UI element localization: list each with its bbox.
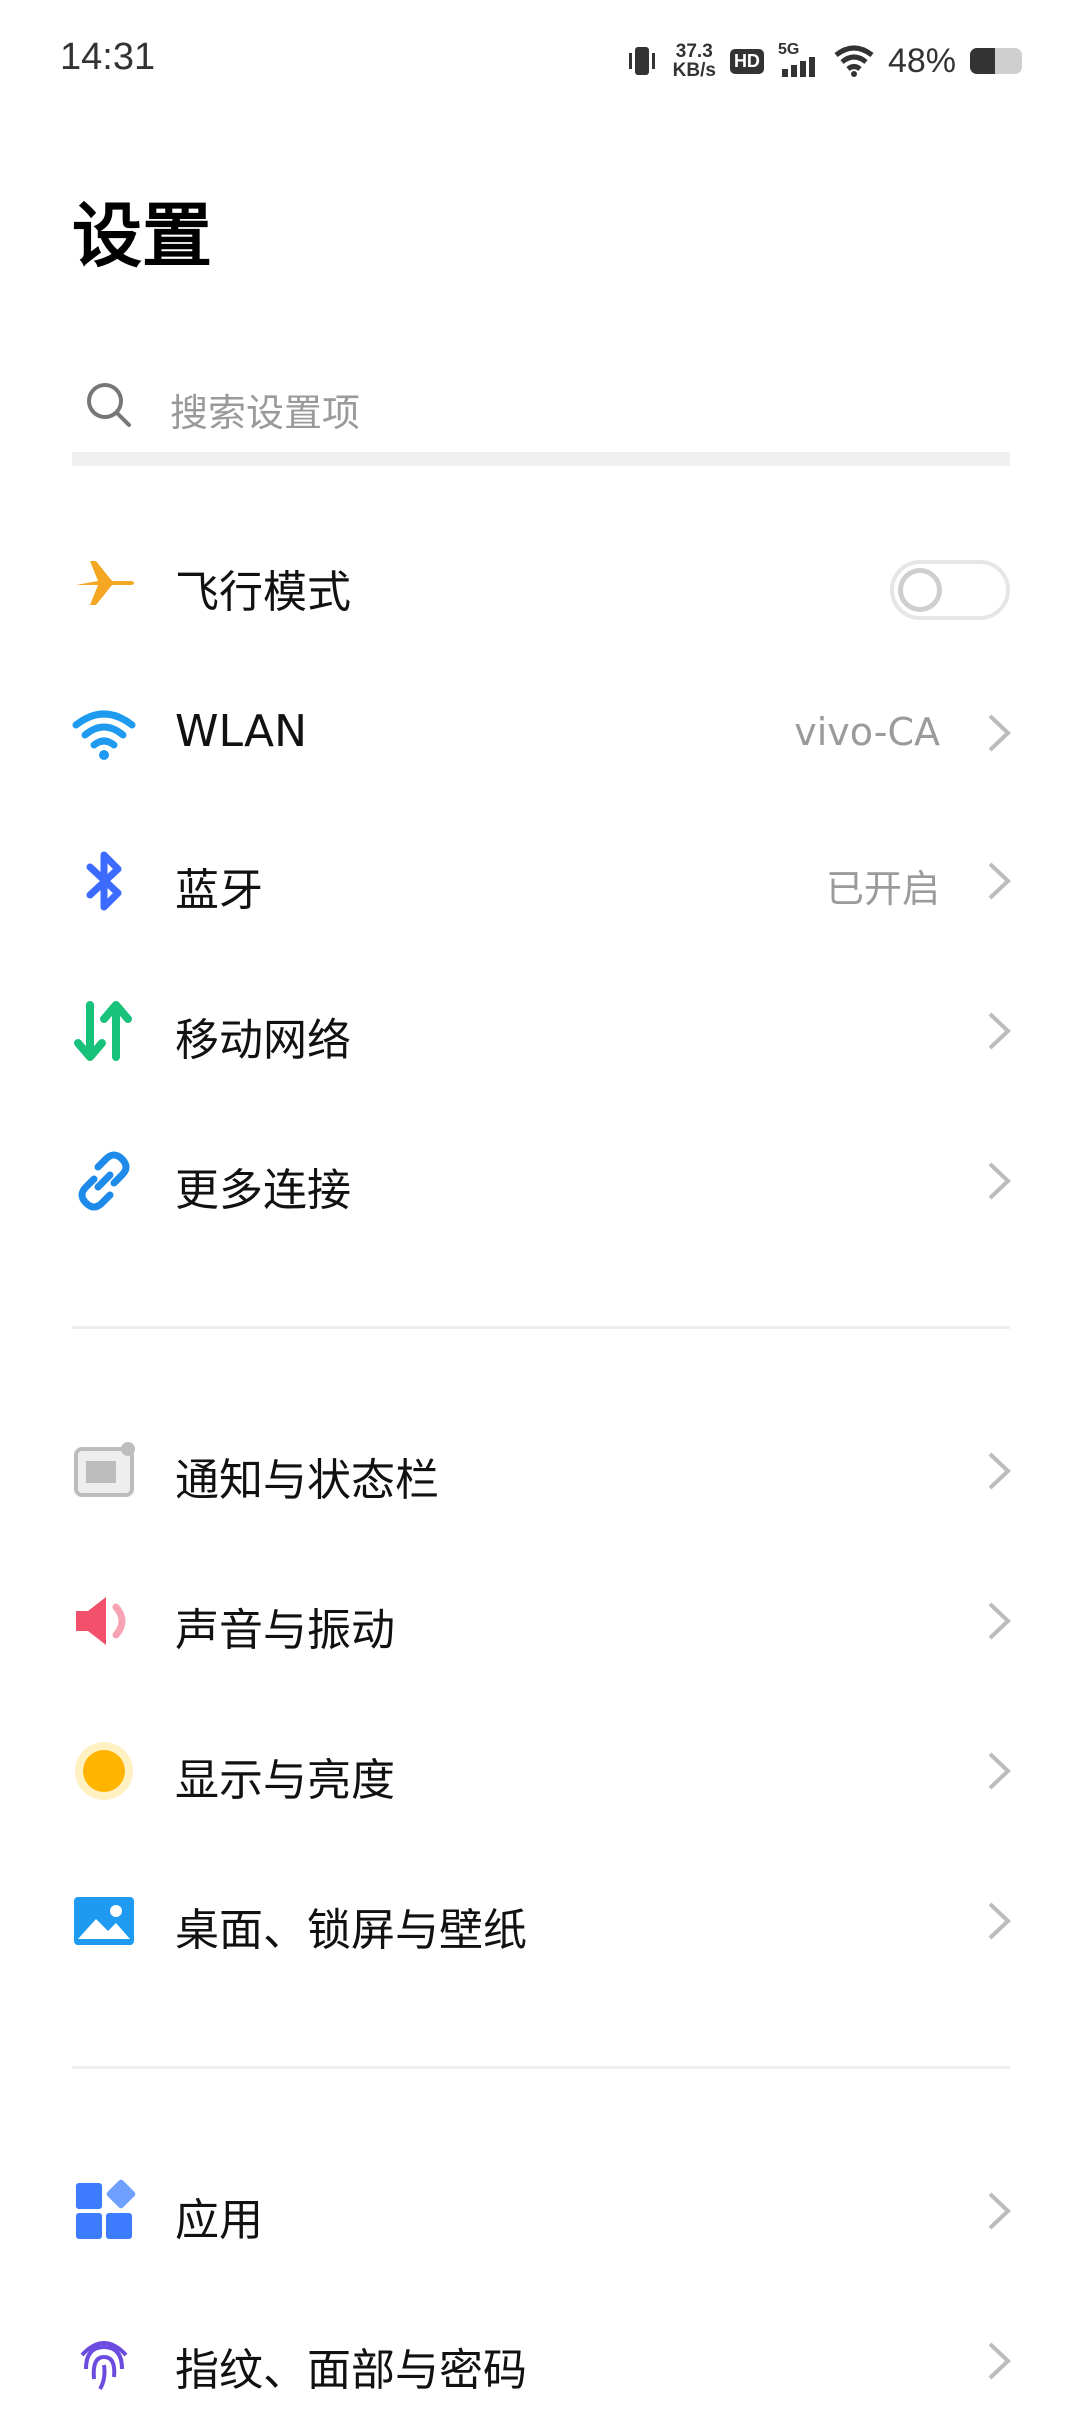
fingerprint-face-password-label: 指纹、面部与密码 xyxy=(175,2345,527,2396)
link-icon xyxy=(78,1151,130,1211)
airplane-mode-label: 飞行模式 xyxy=(175,567,351,618)
notification-statusbar-row[interactable]: 通知与状态栏 xyxy=(0,1396,1080,1546)
net-speed: 37.3 KB/s xyxy=(672,41,716,81)
display-brightness-label: 显示与亮度 xyxy=(175,1755,395,1806)
chevron-right-icon xyxy=(988,1902,1011,1940)
chevron-right-icon xyxy=(988,1162,1011,1200)
status-bar: 14:31 37.3 KB/s HD 5G 48% xyxy=(0,0,1080,120)
search-underline xyxy=(72,452,1010,466)
chevron-right-icon xyxy=(988,1012,1011,1050)
chevron-right-icon xyxy=(988,2342,1011,2380)
status-time: 14:31 xyxy=(60,36,156,78)
section-divider xyxy=(72,2066,1010,2069)
wallpaper-icon xyxy=(74,1897,134,1945)
chevron-right-icon xyxy=(988,714,1011,752)
section-divider xyxy=(72,1326,1010,1329)
sound-icon xyxy=(76,1597,126,1645)
bluetooth-row[interactable]: 蓝牙 已开启 xyxy=(0,806,1080,956)
battery-percentage: 48% xyxy=(887,41,956,80)
bluetooth-value: 已开启 xyxy=(825,867,940,911)
search-icon xyxy=(87,383,131,427)
status-icons: 37.3 KB/s HD 5G 48% xyxy=(625,38,1022,84)
chevron-right-icon xyxy=(988,2192,1011,2230)
wlan-row[interactable]: WLAN vivo-CA xyxy=(0,658,1080,808)
mobile-network-label: 移动网络 xyxy=(175,1015,351,1066)
airplane-mode-row[interactable]: 飞行模式 xyxy=(0,508,1080,658)
search-input[interactable]: 搜索设置项 xyxy=(170,382,360,437)
notification-icon xyxy=(74,1442,135,1497)
mobile-network-icon xyxy=(74,1001,132,1061)
battery-icon xyxy=(970,48,1022,74)
cellular-signal-icon xyxy=(781,57,815,77)
desktop-lockscreen-wallpaper-label: 桌面、锁屏与壁纸 xyxy=(175,1905,527,1956)
fingerprint-face-password-row[interactable]: 指纹、面部与密码 xyxy=(0,2286,1080,2436)
airplane-mode-toggle[interactable] xyxy=(890,560,1010,620)
wlan-label: WLAN xyxy=(175,706,308,757)
display-brightness-row[interactable]: 显示与亮度 xyxy=(0,1696,1080,1846)
apps-label: 应用 xyxy=(175,2195,263,2246)
apps-row[interactable]: 应用 xyxy=(0,2136,1080,2286)
fingerprint-icon xyxy=(80,2341,128,2391)
chevron-right-icon xyxy=(988,862,1011,900)
sound-vibration-row[interactable]: 声音与振动 xyxy=(0,1546,1080,1696)
toggle-knob xyxy=(898,568,942,612)
apps-icon xyxy=(76,2179,136,2239)
search-bar[interactable]: 搜索设置项 xyxy=(72,360,1010,466)
brightness-icon xyxy=(75,1742,133,1800)
bluetooth-label: 蓝牙 xyxy=(175,865,263,916)
wifi-icon xyxy=(72,710,136,760)
mobile-network-row[interactable]: 移动网络 xyxy=(0,956,1080,1106)
wlan-value: vivo-CA xyxy=(794,710,940,754)
notification-statusbar-label: 通知与状态栏 xyxy=(175,1455,439,1506)
desktop-lockscreen-wallpaper-row[interactable]: 桌面、锁屏与壁纸 xyxy=(0,1846,1080,1996)
chevron-right-icon xyxy=(988,1602,1011,1640)
airplane-icon xyxy=(76,561,134,605)
chevron-right-icon xyxy=(988,1752,1011,1790)
sound-vibration-label: 声音与振动 xyxy=(175,1605,395,1656)
signal-5g: 5G xyxy=(778,41,820,79)
page-title: 设置 xyxy=(72,195,212,277)
hd-badge: HD xyxy=(729,48,764,74)
chevron-right-icon xyxy=(988,1452,1011,1490)
more-connections-label: 更多连接 xyxy=(175,1165,351,1216)
more-connections-row[interactable]: 更多连接 xyxy=(0,1106,1080,1256)
wifi-status-icon xyxy=(834,45,874,77)
vibrate-icon xyxy=(628,47,655,75)
bluetooth-icon xyxy=(86,851,122,911)
